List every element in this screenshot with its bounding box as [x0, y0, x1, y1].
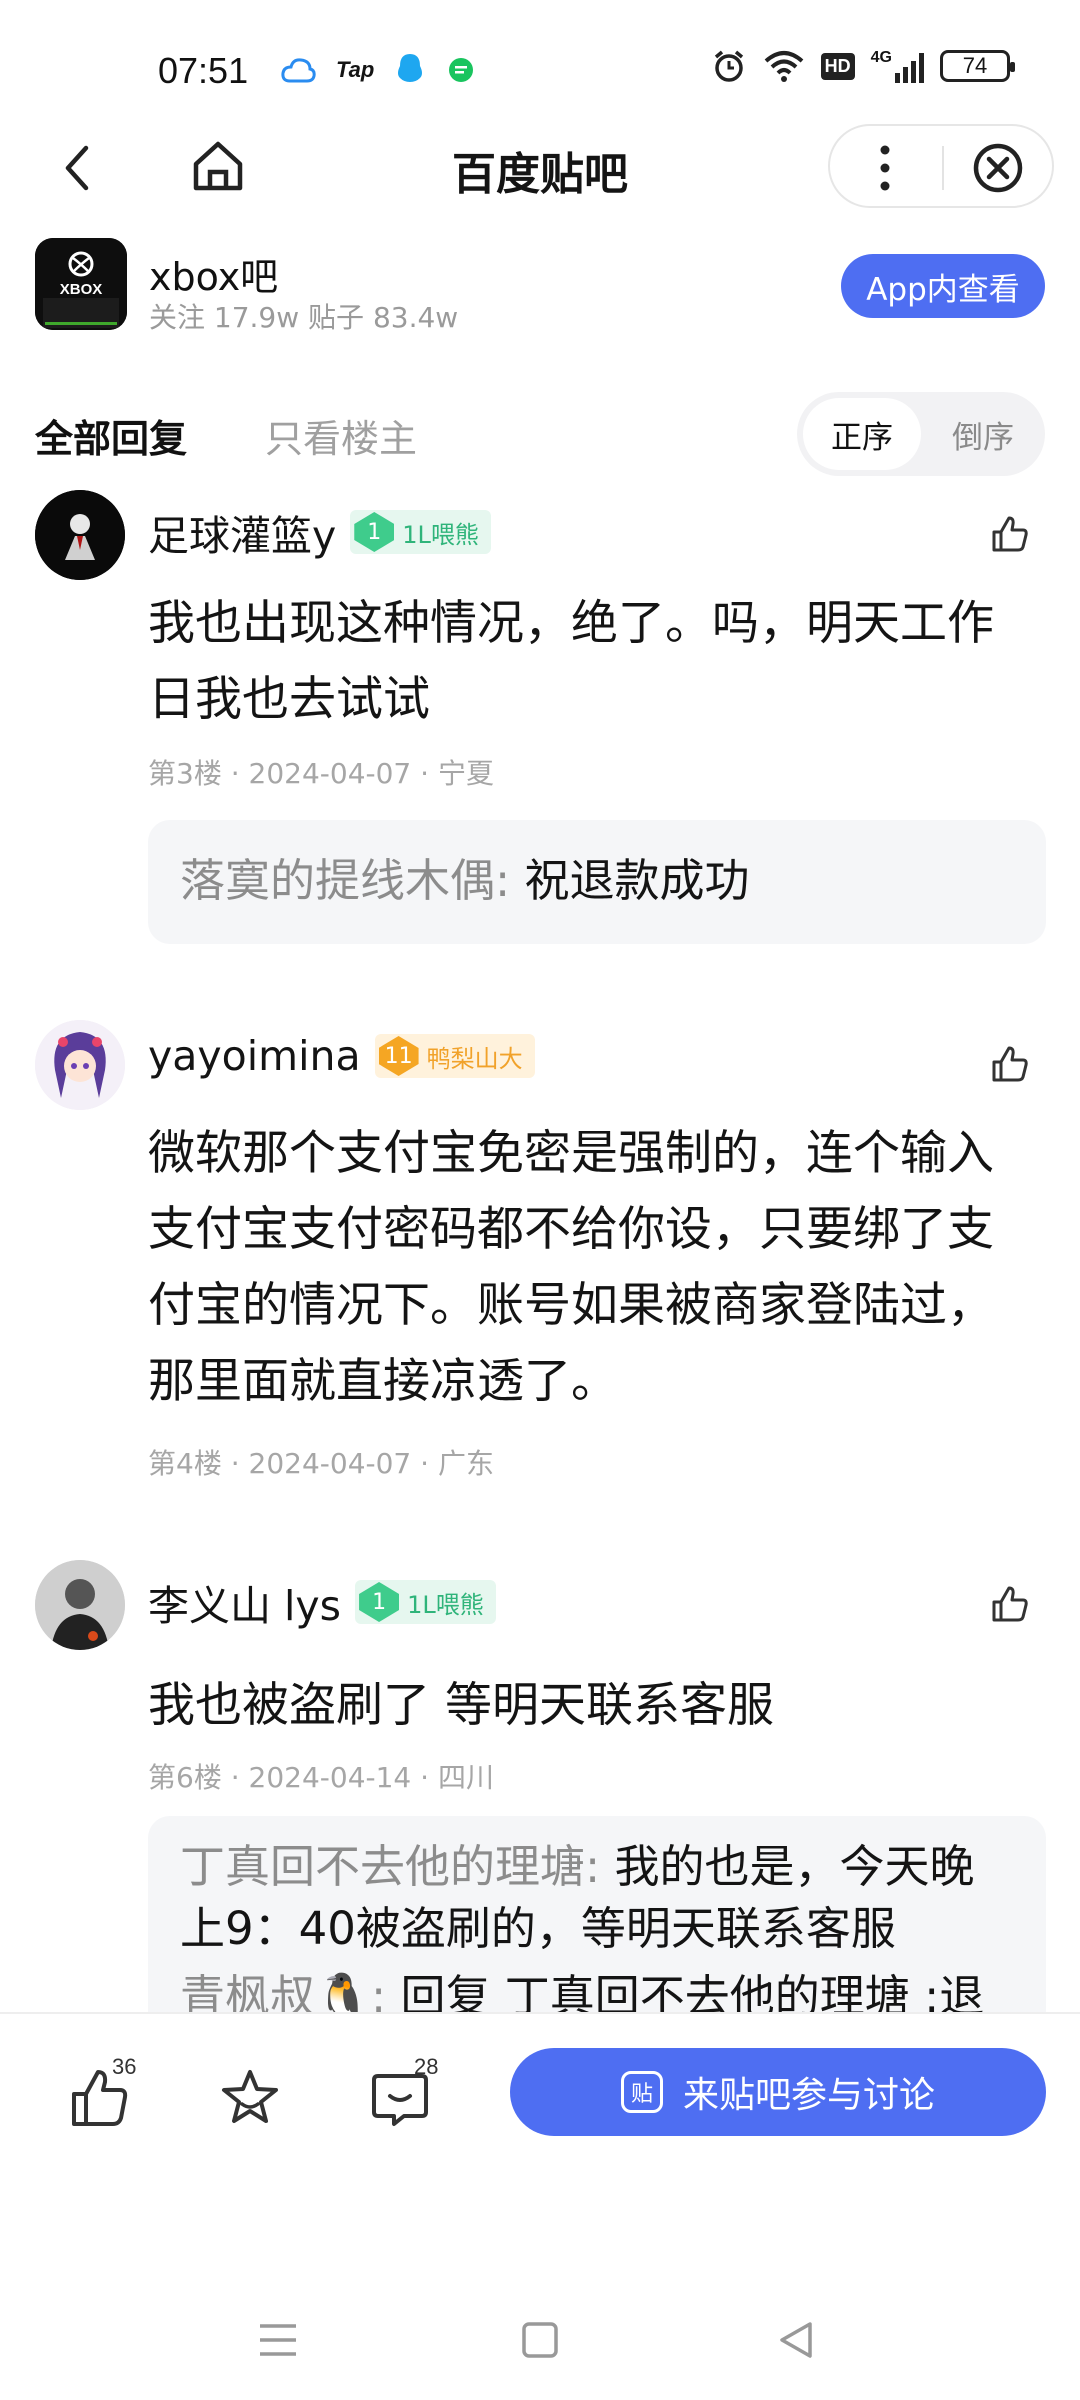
- thumbs-up-icon[interactable]: [988, 1042, 1032, 1086]
- status-time: 07:51: [158, 50, 249, 91]
- tab-op-only[interactable]: 只看楼主: [265, 408, 417, 463]
- forum-logo[interactable]: XBOX: [35, 238, 127, 330]
- avatar[interactable]: [35, 1020, 125, 1110]
- sub-reply: 丁真回不去他的理塘: 我的也是，今天晚上9：40被盗刷的，等明天联系客服: [180, 1836, 1014, 1960]
- avatar[interactable]: [35, 490, 125, 580]
- level-title: 1L喂熊: [407, 1590, 484, 1619]
- author-name: 李义山 lys: [148, 1582, 342, 1630]
- post-content: 我也出现这种情况，绝了。吗，明天工作日我也去试试: [148, 596, 994, 727]
- hd-icon: HD: [820, 52, 855, 80]
- star-icon[interactable]: [218, 2066, 282, 2130]
- sub-replies[interactable]: 落寞的提线木偶: 祝退款成功: [148, 820, 1046, 944]
- sub-reply-user[interactable]: 青枫叔🐧:: [180, 1970, 386, 2012]
- capsule-divider: [942, 146, 944, 190]
- post-floor-6: 李义山 lys 1 1L喂熊 我也被盗刷了 等明天联系客服 第6楼 · 2024…: [0, 1560, 1080, 2012]
- post-author[interactable]: yayoimina 11 鸭梨山大: [148, 1032, 535, 1080]
- post-meta: 第4楼 · 2024-04-07 · 广东: [148, 1447, 494, 1480]
- battery-indicator: 74: [940, 50, 1015, 82]
- sort-ascending-button[interactable]: 正序: [803, 398, 921, 470]
- level-badge: 1 1L喂熊: [355, 1580, 496, 1624]
- post-floor-4: yayoimina 11 鸭梨山大 微软那个支付宝免密是强制的，连个输入支付宝支…: [0, 1020, 1080, 1500]
- post-author[interactable]: 足球灌篮y 1 1L喂熊: [148, 502, 491, 562]
- avatar-image: [35, 1560, 125, 1650]
- author-name: yayoimina: [148, 1032, 361, 1080]
- sort-order-toggle: 正序 倒序: [797, 392, 1045, 476]
- close-icon[interactable]: [970, 140, 1026, 196]
- system-navigation: [0, 2300, 1080, 2380]
- home-square-icon[interactable]: [512, 2312, 568, 2368]
- network-type-label: 4G: [870, 49, 892, 66]
- sub-reply-text: 祝退款成功: [510, 854, 750, 907]
- thumbs-up-icon[interactable]: [988, 512, 1032, 556]
- alarm-icon: [714, 50, 743, 82]
- wifi-icon: [764, 51, 803, 82]
- tap-icon: Tap: [336, 57, 375, 82]
- like-count: 36: [112, 2054, 137, 2079]
- join-discussion-button[interactable]: 贴 来贴吧参与讨论: [510, 2048, 1046, 2136]
- status-bar: 07:51 Tap HD 4G 74: [0, 0, 1080, 130]
- post-meta: 第3楼 · 2024-04-07 · 宁夏: [148, 757, 494, 790]
- chat-icon: [449, 58, 474, 82]
- forum-logo-text: XBOX: [59, 281, 103, 298]
- level-number: 11: [378, 1036, 419, 1076]
- post-content: 微软那个支付宝免密是强制的，连个输入支付宝支付密码都不给你设，只要绑了支付宝的情…: [148, 1126, 994, 1409]
- forum-stats: 关注 17.9w 贴子 83.4w: [149, 301, 459, 334]
- cloud-icon: [281, 58, 316, 83]
- sub-replies[interactable]: 丁真回不去他的理塘: 我的也是，今天晚上9：40被盗刷的，等明天联系客服 青枫叔…: [148, 1816, 1046, 2012]
- post-author[interactable]: 李义山 lys 1 1L喂熊: [148, 1572, 496, 1632]
- sort-descending-button[interactable]: 倒序: [927, 398, 1039, 470]
- level-number: 1: [354, 512, 395, 552]
- top-nav: 百度贴吧: [0, 120, 1080, 230]
- avatar-image: [35, 490, 125, 580]
- sub-reply-text: 回复 丁真回不去他的理塘 :退: [386, 1970, 985, 2012]
- level-badge: 1 1L喂熊: [350, 510, 491, 554]
- menu-icon[interactable]: [250, 2312, 306, 2368]
- status-icons-left: Tap: [280, 52, 476, 88]
- forum-name[interactable]: xbox吧: [149, 246, 278, 301]
- sub-reply: 青枫叔🐧: 回复 丁真回不去他的理塘 :退: [180, 1966, 1014, 2012]
- forum-header: XBOX xbox吧 关注 17.9w 贴子 83.4w App内查看: [35, 238, 1045, 338]
- tieba-icon: 贴: [620, 2071, 663, 2113]
- comment-count: 28: [414, 2054, 439, 2079]
- bottom-action-bar: 36 28 贴 来贴吧参与讨论: [0, 2012, 1080, 2172]
- sub-reply-user[interactable]: 丁真回不去他的理塘:: [180, 1840, 600, 1893]
- post-meta: 第6楼 · 2024-04-14 · 四川: [148, 1761, 494, 1794]
- level-title: 鸭梨山大: [426, 1044, 523, 1073]
- avatar-image: [35, 1020, 125, 1110]
- more-icon[interactable]: [870, 140, 900, 196]
- author-name: 足球灌篮y: [148, 512, 337, 560]
- join-discussion-label: 来贴吧参与讨论: [682, 2075, 935, 2116]
- avatar[interactable]: [35, 1560, 125, 1650]
- thumbs-up-icon[interactable]: [988, 1582, 1032, 1626]
- capsule-menu: [828, 124, 1054, 208]
- sub-reply-user[interactable]: 落寞的提线木偶:: [180, 854, 510, 907]
- tab-all-replies[interactable]: 全部回复: [35, 408, 187, 463]
- post-floor-3: 足球灌篮y 1 1L喂熊 我也出现这种情况，绝了。吗，明天工作日我也去试试 第3…: [0, 490, 1080, 950]
- level-badge: 11 鸭梨山大: [374, 1034, 535, 1078]
- signal-4g-icon: 4G: [871, 49, 924, 83]
- level-title: 1L喂熊: [402, 520, 479, 549]
- back-triangle-icon[interactable]: [768, 2312, 824, 2368]
- status-icons-right: HD 4G 74: [711, 48, 1015, 84]
- qq-icon: [398, 54, 423, 82]
- post-content: 我也被盗刷了 等明天联系客服: [148, 1678, 774, 1733]
- level-number: 1: [359, 1582, 400, 1622]
- reply-tabs: 全部回复 只看楼主 正序 倒序: [35, 392, 1045, 476]
- open-in-app-button[interactable]: App内查看: [841, 254, 1045, 318]
